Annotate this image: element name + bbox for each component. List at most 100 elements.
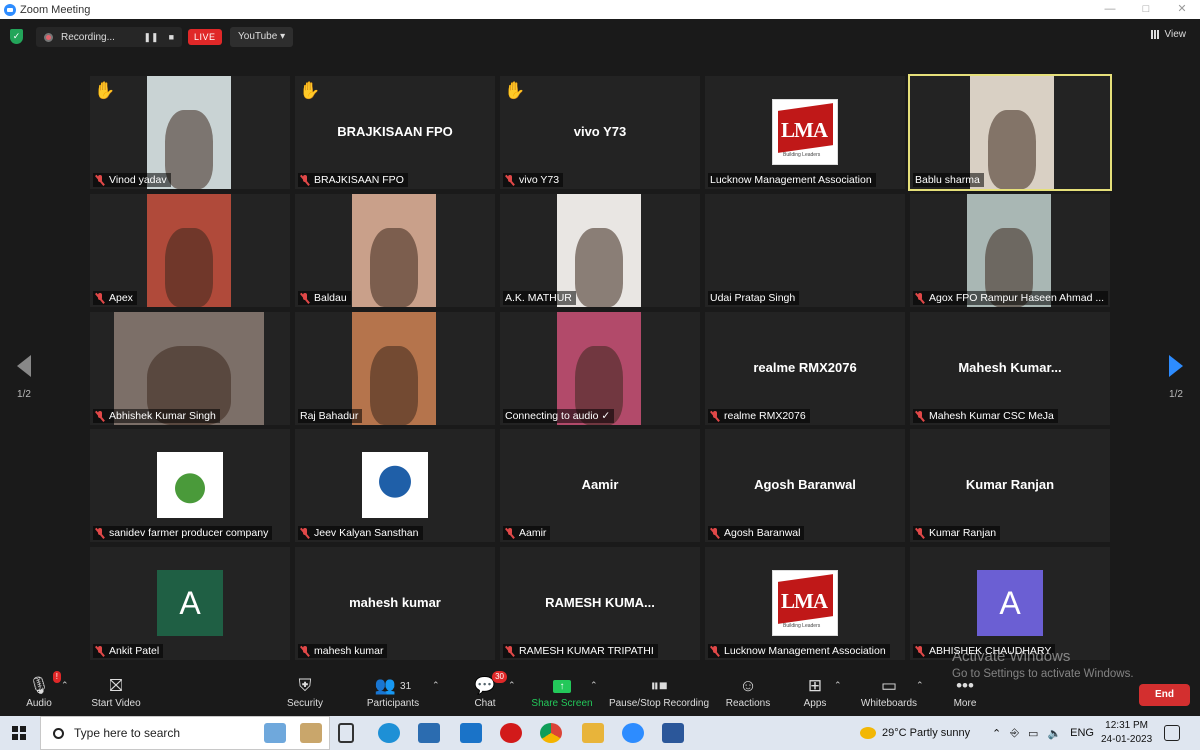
stream-target-dropdown[interactable]: YouTube ▾: [230, 27, 294, 47]
participant-tile[interactable]: Aamir Aamir: [500, 429, 700, 542]
opera-browser-icon[interactable]: [500, 723, 522, 743]
notifications-icon[interactable]: [1164, 725, 1180, 741]
end-meeting-button[interactable]: End: [1139, 684, 1190, 706]
apps-caret[interactable]: ⌃: [834, 680, 842, 691]
pause-recording-icon[interactable]: ❚❚: [143, 32, 158, 43]
next-page-button[interactable]: 1/2: [1164, 355, 1188, 400]
participant-name: Jeev Kalyan Sansthan: [314, 527, 419, 539]
participants-caret[interactable]: ⌃: [432, 680, 440, 691]
participant-display-name: Aamir: [581, 477, 619, 492]
mic-muted-icon: [505, 527, 515, 539]
participant-tile[interactable]: RAMESH KUMA... RAMESH KUMAR TRIPATHI: [500, 547, 700, 660]
record-dot-icon: [44, 32, 53, 42]
participant-tile[interactable]: Udai Pratap Singh: [705, 194, 905, 307]
participant-display-name: BRAJKISAAN FPO: [337, 124, 453, 139]
participant-name-label: Mahesh Kumar CSC MeJa: [913, 409, 1058, 423]
whiteboards-caret[interactable]: ⌃: [916, 680, 924, 691]
start-video-label: Start Video: [91, 698, 141, 709]
participant-tile[interactable]: vivo Y73 ✋ vivo Y73: [500, 76, 700, 189]
tray-chevron-icon[interactable]: ⌃: [992, 727, 1001, 740]
participant-tile[interactable]: A Ankit Patel: [90, 547, 290, 660]
task-view-icon[interactable]: [338, 723, 354, 743]
weather-widget[interactable]: 29°C Partly sunny: [860, 716, 970, 750]
participant-tile[interactable]: BRAJKISAAN FPO ✋ BRAJKISAAN FPO: [295, 76, 495, 189]
participant-tile[interactable]: realme RMX2076 realme RMX2076: [705, 312, 905, 425]
participant-tile[interactable]: LMA Building Leaders Lucknow Management As…: [705, 76, 905, 189]
chat-label: Chat: [474, 698, 496, 709]
participant-tile[interactable]: Mahesh Kumar... Mahesh Kumar CSC MeJa: [910, 312, 1110, 425]
participant-name-label: Kumar Ranjan: [913, 526, 1001, 540]
participant-name-label: sanidev farmer producer company: [93, 526, 273, 540]
mic-muted-icon: [710, 645, 720, 657]
participant-name: Ankit Patel: [109, 645, 160, 657]
participant-tile[interactable]: A ABHISHEK CHAUDHARY: [910, 547, 1110, 660]
edge-browser-icon[interactable]: [378, 723, 400, 743]
audio-options-caret[interactable]: ⌃: [61, 680, 69, 691]
pause-stop-recording-button[interactable]: ⏸⏹ Pause/Stop Recording: [608, 674, 710, 709]
mail-icon[interactable]: [460, 723, 482, 743]
clock-date: 24-01-2023: [1101, 734, 1153, 745]
participant-tile[interactable]: LMA Building Leaders Lucknow Management As…: [705, 547, 905, 660]
word-app-icon[interactable]: [662, 723, 684, 743]
participant-tile[interactable]: Jeev Kalyan Sansthan: [295, 429, 495, 542]
audio-button[interactable]: 🎙! Audio: [24, 671, 61, 709]
mic-muted-icon: [300, 527, 310, 539]
participant-tile[interactable]: Connecting to audio ✓: [500, 312, 700, 425]
apps-label: Apps: [803, 698, 827, 709]
reactions-button[interactable]: ☺ Reactions: [724, 674, 772, 709]
taskbar-search-box[interactable]: Type here to search: [40, 716, 330, 750]
stop-recording-icon[interactable]: ■: [169, 32, 174, 43]
taskbar-clock[interactable]: 12:31 PM 24-01-2023: [1101, 719, 1152, 747]
share-caret[interactable]: ⌃: [590, 680, 598, 691]
network-icon[interactable]: ▭: [1028, 727, 1038, 740]
participant-tile[interactable]: Baldau: [295, 194, 495, 307]
share-screen-button[interactable]: ↑ Share Screen: [530, 674, 594, 709]
participant-tile[interactable]: Apex: [90, 194, 290, 307]
language-indicator[interactable]: ENG: [1070, 727, 1094, 739]
file-explorer-icon[interactable]: [582, 723, 604, 743]
weather-text: 29°C Partly sunny: [882, 727, 971, 739]
tray-meet-icon[interactable]: ⎆: [1010, 727, 1019, 740]
volume-muted-icon[interactable]: 🔈: [1047, 727, 1061, 740]
participant-avatar: A: [977, 570, 1043, 636]
maximize-button[interactable]: □: [1128, 0, 1164, 19]
security-shield-icon[interactable]: ✓: [10, 29, 23, 44]
window-controls: — □ ✕: [1092, 0, 1200, 19]
participant-tile[interactable]: mahesh kumar mahesh kumar: [295, 547, 495, 660]
whiteboards-button[interactable]: ▭ Whiteboards: [858, 674, 920, 709]
chrome-browser-icon[interactable]: [540, 723, 562, 743]
participant-tile[interactable]: Abhishek Kumar Singh: [90, 312, 290, 425]
view-button[interactable]: View: [1150, 29, 1186, 40]
participant-tile[interactable]: Bablu sharma: [908, 74, 1112, 191]
video-off-icon: ⛝: [109, 676, 123, 695]
participant-tile[interactable]: ✋ Vinod yadav: [90, 76, 290, 189]
participant-display-name: realme RMX2076: [753, 360, 857, 375]
participant-tile[interactable]: Agosh Baranwal Agosh Baranwal: [705, 429, 905, 542]
start-video-button[interactable]: ⛝ Start Video: [88, 674, 144, 709]
participants-button[interactable]: 👥 31 Participants: [362, 674, 424, 709]
recording-indicator: Recording... ❚❚ ■: [36, 27, 182, 47]
apps-button[interactable]: ⊞ Apps: [800, 674, 830, 709]
zoom-app-icon[interactable]: [622, 723, 644, 743]
mic-muted-icon: [95, 410, 105, 422]
chat-caret[interactable]: ⌃: [508, 680, 516, 691]
windows-start-icon[interactable]: [12, 726, 26, 740]
page-indicator-right: 1/2: [1169, 389, 1183, 400]
mic-muted-icon: [915, 527, 925, 539]
microsoft-store-icon[interactable]: [418, 723, 440, 743]
close-button[interactable]: ✕: [1164, 0, 1200, 19]
audio-label: Audio: [26, 698, 52, 709]
participant-tile[interactable]: A.K. MATHUR: [500, 194, 700, 307]
participant-name: Agox FPO Rampur Haseen Ahmad ...: [929, 292, 1105, 304]
participant-tile[interactable]: Kumar Ranjan Kumar Ranjan: [910, 429, 1110, 542]
prev-page-button[interactable]: 1/2: [12, 355, 36, 400]
minimize-button[interactable]: —: [1092, 0, 1128, 19]
participant-name-label: Agosh Baranwal: [708, 526, 805, 540]
participant-tile[interactable]: sanidev farmer producer company: [90, 429, 290, 542]
chat-button[interactable]: 💬 30 Chat: [470, 671, 507, 709]
participant-tile[interactable]: Raj Bahadur: [295, 312, 495, 425]
security-button[interactable]: ⛨ Security: [284, 674, 326, 709]
participant-tile[interactable]: Agox FPO Rampur Haseen Ahmad ...: [910, 194, 1110, 307]
participant-name-label: Baldau: [298, 291, 351, 305]
mic-muted-icon: [505, 174, 515, 186]
